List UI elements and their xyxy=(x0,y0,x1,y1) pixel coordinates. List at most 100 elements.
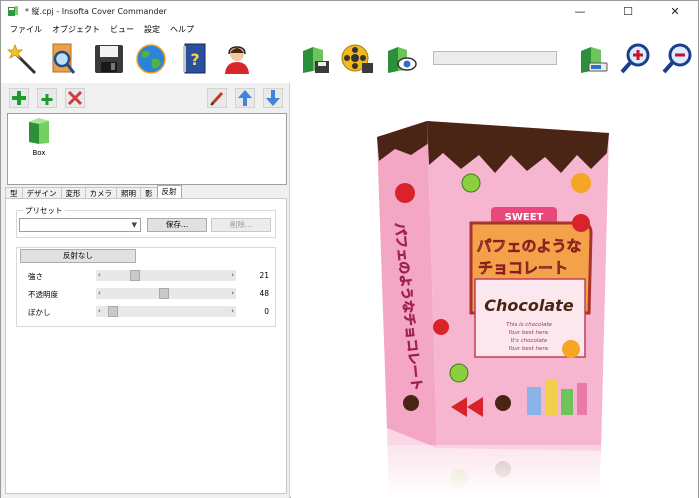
reflection-tab-panel: プリセット ▼ 保存... 削除... 反射なし 強さ ‹ › 21 不透明度 xyxy=(5,198,287,494)
chevron-right-icon[interactable]: › xyxy=(231,271,234,279)
castle-decoration xyxy=(527,387,541,415)
toolbar-field[interactable] xyxy=(433,51,557,65)
app-window: * 縦.cpj - Insofta Cover Commander — ☐ ✕ … xyxy=(0,0,699,498)
preview-eye-icon xyxy=(388,47,417,73)
menu-object[interactable]: オブジェクト xyxy=(47,24,105,35)
slider-label: 強さ xyxy=(28,272,43,281)
reflection-fade xyxy=(371,445,621,498)
brand-text: Chocolate xyxy=(484,296,574,315)
save-preset-button[interactable]: 保存... xyxy=(147,218,207,232)
orange-decoration xyxy=(571,173,591,193)
object-list[interactable]: Box xyxy=(7,113,287,185)
save-button[interactable] xyxy=(91,41,127,77)
zoom-in-button[interactable] xyxy=(617,41,653,77)
render-video-button[interactable] xyxy=(339,41,375,77)
add-object-button[interactable] xyxy=(8,87,30,109)
add-child-button[interactable] xyxy=(36,87,58,109)
wizard-button[interactable] xyxy=(5,41,41,77)
delete-preset-button[interactable]: 削除... xyxy=(211,218,271,232)
object-label: Box xyxy=(32,149,46,157)
tagline-1: This is chocolate xyxy=(506,322,552,328)
castle-decoration xyxy=(577,383,587,415)
save-icon xyxy=(95,45,123,73)
no-reflection-button[interactable]: 反射なし xyxy=(20,249,136,263)
slider-label: 不透明度 xyxy=(28,290,58,299)
slider-row-strength: 強さ ‹ › 21 xyxy=(28,270,273,282)
chevron-left-icon[interactable]: ‹ xyxy=(98,271,101,279)
orange-decoration xyxy=(562,340,580,358)
tagline-3: It's chocolate xyxy=(511,338,548,344)
export-image-button[interactable] xyxy=(297,41,333,77)
move-down-button[interactable] xyxy=(262,87,284,109)
strength-slider[interactable]: ‹ › xyxy=(96,270,236,281)
preset-group-title: プリセット xyxy=(23,205,65,216)
web-globe-icon xyxy=(136,44,166,74)
add-icon xyxy=(9,88,29,108)
support-agent-icon xyxy=(225,46,249,74)
export-settings-icon xyxy=(581,47,608,73)
tab-reflection[interactable]: 反射 xyxy=(156,185,182,199)
title-bar[interactable]: * 縦.cpj - Insofta Cover Commander — ☐ ✕ xyxy=(1,1,698,21)
kiwi-decoration xyxy=(449,363,469,383)
slider-thumb[interactable] xyxy=(130,270,140,281)
minimize-button[interactable]: — xyxy=(557,1,603,21)
main-toolbar: ? xyxy=(1,37,698,82)
move-up-button[interactable] xyxy=(234,87,256,109)
opacity-slider[interactable]: ‹ › xyxy=(96,288,236,299)
castle-decoration xyxy=(561,389,573,415)
render-video-icon xyxy=(341,44,373,73)
chevron-down-icon: ▼ xyxy=(131,221,137,229)
remove-icon xyxy=(65,88,85,108)
preview-button[interactable] xyxy=(383,41,419,77)
strawberry-decoration xyxy=(395,183,415,203)
kiwi-decoration xyxy=(461,173,481,193)
title-line-1: パフェのような xyxy=(476,237,581,255)
castle-decoration xyxy=(545,379,557,415)
edit-object-button[interactable] xyxy=(206,87,228,109)
slider-value: 0 xyxy=(264,307,269,316)
strawberry-decoration xyxy=(433,319,449,335)
menu-help[interactable]: ヘルプ xyxy=(165,24,199,35)
chocolate-decoration xyxy=(495,395,511,411)
slider-label: ぼかし xyxy=(28,308,51,317)
slider-thumb[interactable] xyxy=(159,288,169,299)
remove-object-button[interactable] xyxy=(64,87,86,109)
open-folder-icon xyxy=(52,43,76,74)
tagline-2: Your best here. xyxy=(508,330,550,336)
menu-settings[interactable]: 設定 xyxy=(139,24,165,35)
preset-select[interactable]: ▼ xyxy=(19,218,141,232)
svg-text:?: ? xyxy=(190,50,199,69)
box-object-icon xyxy=(29,118,49,144)
zoom-out-icon xyxy=(662,43,692,74)
help-button[interactable]: ? xyxy=(177,41,213,77)
blur-slider[interactable]: ‹ › xyxy=(96,306,236,317)
export-image-icon xyxy=(303,47,329,73)
edit-icon xyxy=(207,88,227,108)
sign-text: SWEET xyxy=(505,212,544,223)
chocolate-decoration xyxy=(403,395,419,411)
menu-view[interactable]: ビュー xyxy=(105,24,139,35)
object-item-box[interactable]: Box xyxy=(24,116,54,157)
menu-file[interactable]: ファイル xyxy=(5,24,47,35)
tagline-4: Your best here. xyxy=(508,346,550,352)
maximize-button[interactable]: ☐ xyxy=(605,1,651,21)
chevron-right-icon[interactable]: › xyxy=(231,307,234,315)
box-cover-render: SWEET パフェのような チョコレート Chocolate This is c… xyxy=(371,121,621,498)
web-button[interactable] xyxy=(133,41,169,77)
slider-value: 48 xyxy=(259,289,269,298)
zoom-out-button[interactable] xyxy=(659,41,695,77)
chevron-left-icon[interactable]: ‹ xyxy=(98,289,101,297)
export-settings-button[interactable] xyxy=(575,41,611,77)
title-line-2: チョコレート xyxy=(478,259,568,277)
open-button[interactable] xyxy=(45,41,81,77)
chevron-right-icon[interactable]: › xyxy=(231,289,234,297)
preview-area[interactable]: SWEET パフェのような チョコレート Chocolate This is c… xyxy=(291,83,698,498)
slider-value: 21 xyxy=(259,271,269,280)
app-logo-icon xyxy=(8,6,18,16)
object-toolbar xyxy=(1,83,290,113)
slider-thumb[interactable] xyxy=(108,306,118,317)
support-button[interactable] xyxy=(219,41,255,77)
window-title: * 縦.cpj - Insofta Cover Commander xyxy=(25,7,167,16)
close-button[interactable]: ✕ xyxy=(652,1,698,21)
chevron-left-icon[interactable]: ‹ xyxy=(98,307,101,315)
